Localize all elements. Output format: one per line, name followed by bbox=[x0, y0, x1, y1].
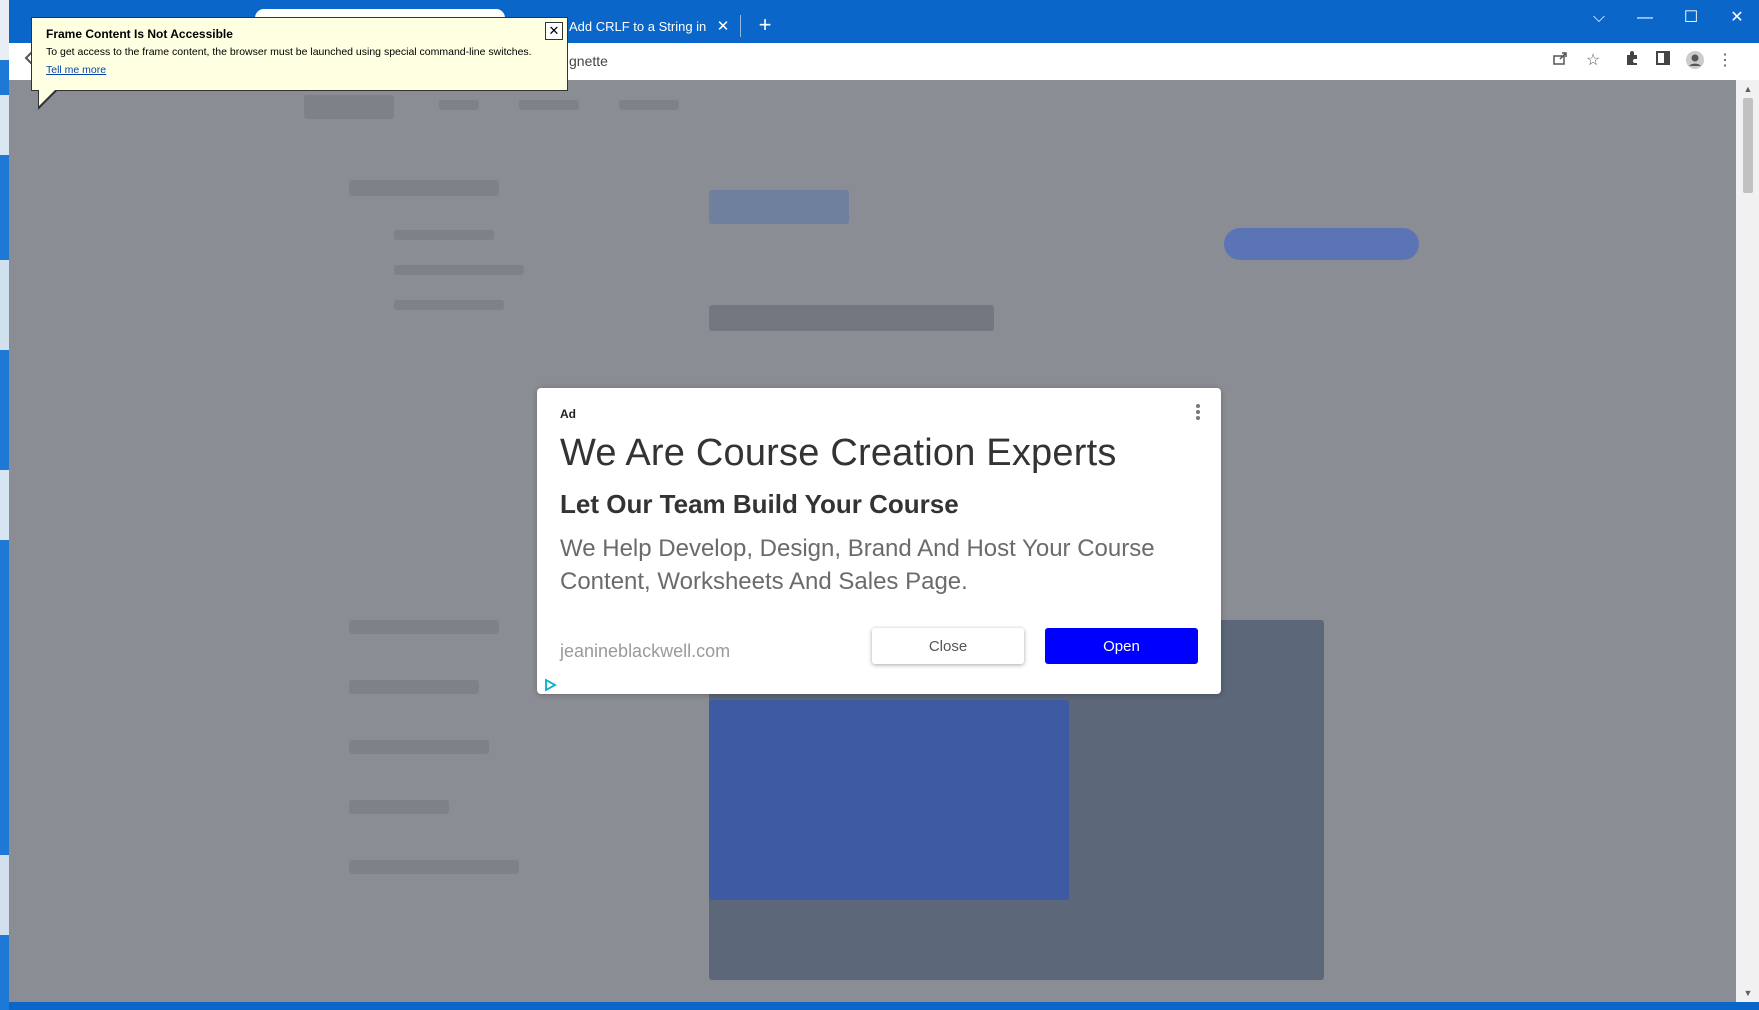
blurred-sidebar-item bbox=[349, 800, 449, 814]
ad-more-options-icon[interactable] bbox=[1191, 402, 1205, 424]
blurred-nav bbox=[619, 100, 679, 110]
frame-access-balloon: Frame Content Is Not Accessible To get a… bbox=[31, 17, 568, 91]
blurred-sidebar-item bbox=[394, 265, 524, 275]
desktop-icon-fragment bbox=[0, 470, 9, 540]
blurred-sidebar-item bbox=[349, 860, 519, 874]
adchoices-icon[interactable] bbox=[543, 678, 557, 692]
ad-close-button[interactable]: Close bbox=[872, 628, 1024, 664]
tab-add-crlf[interactable]: Add CRLF to a String in P ✕ bbox=[569, 13, 745, 39]
balloon-close-icon[interactable]: ✕ bbox=[545, 22, 563, 40]
blurred-tab bbox=[709, 190, 849, 224]
tab-search-icon[interactable]: ⌵ bbox=[1579, 4, 1619, 32]
extensions-icon[interactable] bbox=[1621, 50, 1643, 72]
desktop-icon-fragment bbox=[0, 95, 9, 155]
tell-me-more-link[interactable]: Tell me more bbox=[46, 64, 106, 76]
desktop-icon-fragment bbox=[0, 0, 9, 60]
scrollbar-thumb[interactable] bbox=[1743, 98, 1753, 193]
side-panel-icon[interactable] bbox=[1652, 50, 1674, 72]
close-icon[interactable]: ✕ bbox=[713, 17, 733, 35]
maximize-button[interactable]: ☐ bbox=[1671, 4, 1711, 32]
tab-label: Add CRLF to a String in P bbox=[569, 18, 707, 34]
blurred-button bbox=[1224, 228, 1419, 260]
desktop-icon-fragment bbox=[0, 260, 9, 350]
blurred-nav bbox=[519, 100, 579, 110]
ad-label: Ad bbox=[560, 407, 576, 421]
scroll-up-icon[interactable]: ▲ bbox=[1742, 84, 1754, 94]
page-scrollbar[interactable]: ▲ ▼ bbox=[1736, 80, 1759, 1002]
scroll-down-icon[interactable]: ▼ bbox=[1742, 988, 1754, 998]
more-menu-icon[interactable]: ⋮ bbox=[1714, 50, 1736, 72]
close-window-button[interactable]: ✕ bbox=[1717, 4, 1757, 32]
profile-avatar-icon[interactable] bbox=[1684, 50, 1706, 72]
ad-headline[interactable]: We Are Course Creation Experts bbox=[560, 432, 1117, 475]
ad-subheadline[interactable]: Let Our Team Build Your Course bbox=[560, 489, 959, 520]
blurred-hero-image-panel bbox=[709, 700, 1069, 900]
desktop-background bbox=[0, 0, 9, 1010]
blurred-sidebar-item bbox=[394, 300, 504, 310]
blurred-sidebar-heading bbox=[349, 180, 499, 196]
ad-open-button[interactable]: Open bbox=[1045, 628, 1198, 664]
ad-domain[interactable]: jeanineblackwell.com bbox=[560, 641, 730, 662]
blurred-sidebar-item bbox=[394, 230, 494, 240]
blurred-nav bbox=[439, 100, 479, 110]
blurred-heading bbox=[709, 305, 994, 331]
share-icon[interactable] bbox=[1549, 50, 1571, 72]
blurred-sidebar-item bbox=[349, 620, 499, 634]
tab-separator bbox=[740, 15, 741, 37]
minimize-button[interactable]: — bbox=[1625, 4, 1665, 32]
balloon-message: To get access to the frame content, the … bbox=[46, 46, 532, 58]
bookmark-star-icon[interactable]: ☆ bbox=[1582, 50, 1604, 72]
blurred-logo bbox=[304, 95, 394, 119]
blurred-sidebar-item bbox=[349, 740, 489, 754]
balloon-pointer-fill bbox=[39, 89, 56, 106]
address-bar-text[interactable]: gnette bbox=[569, 53, 608, 69]
desktop-icon-fragment bbox=[0, 855, 9, 935]
new-tab-button[interactable]: + bbox=[751, 12, 779, 40]
ad-body-text[interactable]: We Help Develop, Design, Brand And Host … bbox=[560, 532, 1200, 598]
blurred-sidebar-item bbox=[349, 680, 479, 694]
ad-dialog: Ad We Are Course Creation Experts Let Ou… bbox=[537, 388, 1221, 694]
balloon-title: Frame Content Is Not Accessible bbox=[46, 27, 233, 41]
